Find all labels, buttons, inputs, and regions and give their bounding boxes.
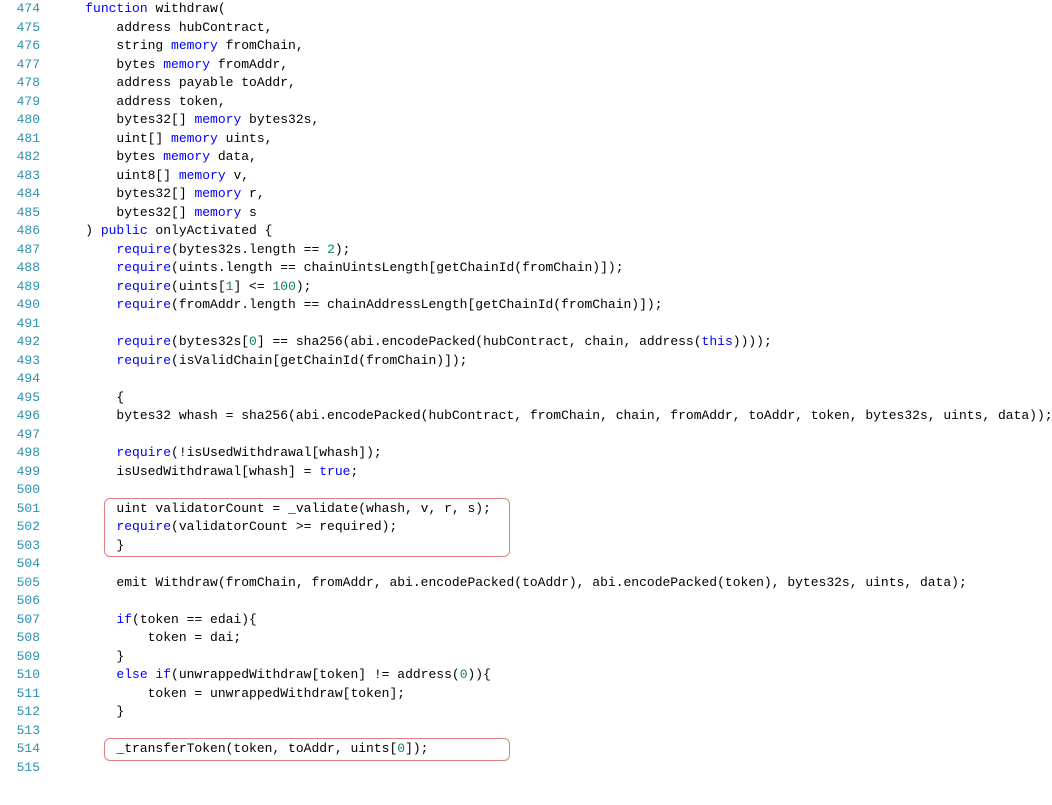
- code-line[interactable]: [54, 722, 1052, 741]
- line-number: 474: [0, 0, 40, 19]
- line-number: 497: [0, 426, 40, 445]
- line-number: 489: [0, 278, 40, 297]
- line-number: 480: [0, 111, 40, 130]
- code-line[interactable]: [54, 315, 1052, 334]
- line-number: 481: [0, 130, 40, 149]
- code-line[interactable]: function withdraw(: [54, 0, 1052, 19]
- code-editor-content[interactable]: function withdraw( address hubContract, …: [54, 0, 1052, 777]
- code-line[interactable]: require(isValidChain[getChainId(fromChai…: [54, 352, 1052, 371]
- line-number: 503: [0, 537, 40, 556]
- code-line[interactable]: token = unwrappedWithdraw[token];: [54, 685, 1052, 704]
- line-number: 486: [0, 222, 40, 241]
- line-number: 502: [0, 518, 40, 537]
- line-number: 492: [0, 333, 40, 352]
- code-line[interactable]: [54, 759, 1052, 778]
- line-number: 484: [0, 185, 40, 204]
- code-line[interactable]: require(validatorCount >= required);: [54, 518, 1052, 537]
- line-number: 509: [0, 648, 40, 667]
- code-line[interactable]: else if(unwrappedWithdraw[token] != addr…: [54, 666, 1052, 685]
- code-line[interactable]: _transferToken(token, toAddr, uints[0]);: [54, 740, 1052, 759]
- line-number: 478: [0, 74, 40, 93]
- code-line[interactable]: emit Withdraw(fromChain, fromAddr, abi.e…: [54, 574, 1052, 593]
- code-line[interactable]: isUsedWithdrawal[whash] = true;: [54, 463, 1052, 482]
- code-line[interactable]: uint validatorCount = _validate(whash, v…: [54, 500, 1052, 519]
- line-number-gutter: 4744754764774784794804814824834844854864…: [0, 0, 54, 777]
- line-number: 515: [0, 759, 40, 778]
- code-line[interactable]: uint[] memory uints,: [54, 130, 1052, 149]
- code-line[interactable]: bytes32[] memory s: [54, 204, 1052, 223]
- line-number: 505: [0, 574, 40, 593]
- code-line[interactable]: }: [54, 537, 1052, 556]
- line-number: 501: [0, 500, 40, 519]
- code-line[interactable]: {: [54, 389, 1052, 408]
- code-line[interactable]: address payable toAddr,: [54, 74, 1052, 93]
- line-number: 483: [0, 167, 40, 186]
- line-number: 476: [0, 37, 40, 56]
- line-number: 490: [0, 296, 40, 315]
- code-line[interactable]: address hubContract,: [54, 19, 1052, 38]
- line-number: 512: [0, 703, 40, 722]
- code-line[interactable]: bytes memory data,: [54, 148, 1052, 167]
- line-number: 475: [0, 19, 40, 38]
- line-number: 485: [0, 204, 40, 223]
- code-line[interactable]: require(bytes32s[0] == sha256(abi.encode…: [54, 333, 1052, 352]
- code-line[interactable]: bytes memory fromAddr,: [54, 56, 1052, 75]
- code-line[interactable]: [54, 555, 1052, 574]
- code-line[interactable]: require(bytes32s.length == 2);: [54, 241, 1052, 260]
- line-number: 507: [0, 611, 40, 630]
- line-number: 494: [0, 370, 40, 389]
- line-number: 482: [0, 148, 40, 167]
- line-number: 504: [0, 555, 40, 574]
- code-line[interactable]: require(fromAddr.length == chainAddressL…: [54, 296, 1052, 315]
- line-number: 488: [0, 259, 40, 278]
- line-number: 508: [0, 629, 40, 648]
- code-line[interactable]: }: [54, 703, 1052, 722]
- code-line[interactable]: if(token == edai){: [54, 611, 1052, 630]
- code-line[interactable]: bytes32[] memory r,: [54, 185, 1052, 204]
- line-number: 493: [0, 352, 40, 371]
- line-number: 495: [0, 389, 40, 408]
- code-line[interactable]: }: [54, 648, 1052, 667]
- code-line[interactable]: string memory fromChain,: [54, 37, 1052, 56]
- line-number: 491: [0, 315, 40, 334]
- code-line[interactable]: require(uints.length == chainUintsLength…: [54, 259, 1052, 278]
- code-line[interactable]: address token,: [54, 93, 1052, 112]
- code-line[interactable]: require(!isUsedWithdrawal[whash]);: [54, 444, 1052, 463]
- code-line[interactable]: bytes32[] memory bytes32s,: [54, 111, 1052, 130]
- line-number: 496: [0, 407, 40, 426]
- code-line[interactable]: [54, 370, 1052, 389]
- code-line[interactable]: ) public onlyActivated {: [54, 222, 1052, 241]
- line-number: 511: [0, 685, 40, 704]
- line-number: 479: [0, 93, 40, 112]
- code-line[interactable]: [54, 426, 1052, 445]
- code-line[interactable]: token = dai;: [54, 629, 1052, 648]
- line-number: 500: [0, 481, 40, 500]
- code-line[interactable]: require(uints[1] <= 100);: [54, 278, 1052, 297]
- line-number: 499: [0, 463, 40, 482]
- line-number: 513: [0, 722, 40, 741]
- line-number: 506: [0, 592, 40, 611]
- code-line[interactable]: uint8[] memory v,: [54, 167, 1052, 186]
- code-line[interactable]: [54, 592, 1052, 611]
- line-number: 487: [0, 241, 40, 260]
- line-number: 510: [0, 666, 40, 685]
- line-number: 498: [0, 444, 40, 463]
- line-number: 477: [0, 56, 40, 75]
- code-line[interactable]: [54, 481, 1052, 500]
- line-number: 514: [0, 740, 40, 759]
- code-line[interactable]: bytes32 whash = sha256(abi.encodePacked(…: [54, 407, 1052, 426]
